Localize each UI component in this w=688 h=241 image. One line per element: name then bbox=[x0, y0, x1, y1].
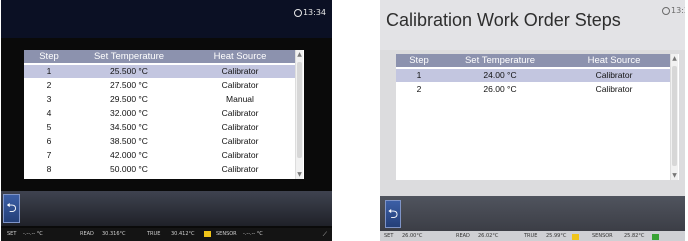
table-row[interactable]: 6 38.500 °C Calibrator bbox=[24, 135, 295, 148]
trend-icon: ⟋ bbox=[322, 231, 327, 238]
cell-set-temperature: 42.000 °C bbox=[110, 150, 148, 160]
status-sensor-label: SENSOR bbox=[592, 233, 613, 239]
cell-step: 1 bbox=[416, 70, 422, 80]
status-true-value: 25.99°C bbox=[546, 233, 567, 239]
true-warning-badge bbox=[204, 231, 211, 237]
scrollbar-thumb[interactable] bbox=[297, 62, 302, 158]
status-read-value: 26.02°C bbox=[478, 233, 499, 239]
clock-time: 13:3 bbox=[671, 6, 685, 15]
status-sensor-label: SENSOR bbox=[216, 231, 237, 237]
table-row[interactable]: 1 24.00 °C Calibrator bbox=[396, 69, 670, 82]
status-bar: SET -.--.-- °C READ 30.316°C TRUE 30.412… bbox=[1, 228, 332, 241]
right-screen: Calibration Work Order Steps 13:3 Step S… bbox=[380, 0, 685, 241]
scrollbar-thumb[interactable] bbox=[672, 66, 677, 166]
table-row[interactable]: 3 29.500 °C Manual bbox=[24, 93, 295, 106]
table-row[interactable]: 7 42.000 °C Calibrator bbox=[24, 149, 295, 162]
cell-set-temperature: 34.500 °C bbox=[110, 122, 148, 132]
bottom-toolbar: ⮌ bbox=[1, 191, 332, 226]
cell-set-temperature: 32.000 °C bbox=[110, 108, 148, 118]
bottom-toolbar: ⮌ bbox=[380, 196, 685, 232]
status-read-label: READ bbox=[456, 233, 470, 239]
status-set-value: -.--.-- °C bbox=[23, 231, 43, 237]
status-set-label: SET bbox=[7, 231, 17, 237]
sensor-ok-badge bbox=[652, 234, 659, 240]
cell-heat-source: Manual bbox=[226, 94, 254, 104]
clock-icon bbox=[293, 8, 302, 17]
back-arrow-icon: ⮌ bbox=[387, 207, 399, 222]
scroll-down-arrow-icon[interactable]: ▼ bbox=[296, 171, 303, 178]
back-button[interactable]: ⮌ bbox=[3, 194, 20, 223]
cell-step: 4 bbox=[46, 108, 52, 118]
status-true-value: 30.412°C bbox=[171, 231, 195, 237]
status-read-label: READ bbox=[80, 231, 94, 237]
status-read-value: 30.316°C bbox=[102, 231, 126, 237]
clock-icon bbox=[662, 6, 671, 15]
cell-step: 2 bbox=[416, 84, 422, 94]
cell-set-temperature: 50.000 °C bbox=[110, 164, 148, 174]
scroll-down-arrow-icon[interactable]: ▼ bbox=[671, 172, 678, 179]
header-set-temperature: Set Temperature bbox=[464, 55, 536, 66]
table-header: Step Set Temperature Heat Source bbox=[24, 50, 295, 63]
cell-step: 2 bbox=[46, 80, 52, 90]
cell-set-temperature: 27.500 °C bbox=[110, 80, 148, 90]
cell-heat-source: Calibrator bbox=[221, 150, 259, 160]
vertical-scrollbar[interactable]: ▲ ▼ bbox=[295, 50, 303, 179]
cell-set-temperature: 25.500 °C bbox=[110, 66, 148, 76]
status-bar: SET 26.00°C READ 26.02°C TRUE 25.99°C SE… bbox=[380, 231, 685, 241]
steps-table: Step Set Temperature Heat Source 1 25.50… bbox=[24, 50, 304, 179]
scroll-up-arrow-icon[interactable]: ▲ bbox=[296, 51, 303, 58]
cell-step: 5 bbox=[46, 122, 52, 132]
cell-heat-source: Calibrator bbox=[221, 80, 259, 90]
vertical-scrollbar[interactable]: ▲ ▼ bbox=[670, 54, 678, 180]
header-step: Step bbox=[39, 51, 59, 62]
clock: 13:34 bbox=[293, 8, 326, 17]
cell-heat-source: Calibrator bbox=[221, 108, 259, 118]
cell-heat-source: Calibrator bbox=[595, 84, 633, 94]
cell-set-temperature: 38.500 °C bbox=[110, 136, 148, 146]
status-true-label: TRUE bbox=[147, 231, 161, 237]
status-set-value: 26.00°C bbox=[402, 233, 423, 239]
true-warning-badge bbox=[572, 234, 579, 240]
table-row[interactable]: 5 34.500 °C Calibrator bbox=[24, 121, 295, 134]
back-arrow-icon: ⮌ bbox=[6, 201, 17, 216]
left-screen: 13:34 Step Set Temperature Heat Source 1… bbox=[1, 0, 332, 241]
table-row[interactable]: 4 32.000 °C Calibrator bbox=[24, 107, 295, 120]
status-true-label: TRUE bbox=[524, 233, 538, 239]
table-row[interactable]: 2 26.00 °C Calibrator bbox=[396, 83, 670, 96]
status-sensor-value: -.--.-- °C bbox=[243, 231, 263, 237]
header-heat-source: Heat Source bbox=[213, 51, 267, 62]
cell-step: 7 bbox=[46, 150, 52, 160]
cell-heat-source: Calibrator bbox=[221, 122, 259, 132]
top-bar: 13:34 bbox=[1, 0, 332, 38]
clock-time: 13:34 bbox=[302, 8, 326, 17]
scroll-up-arrow-icon[interactable]: ▲ bbox=[671, 55, 678, 62]
status-set-label: SET bbox=[384, 233, 394, 239]
cell-step: 1 bbox=[46, 66, 52, 76]
status-sensor-value: 25.82°C bbox=[624, 233, 645, 239]
cell-heat-source: Calibrator bbox=[221, 136, 259, 146]
steps-table: Step Set Temperature Heat Source 1 24.00… bbox=[396, 54, 679, 180]
page-title: Calibration Work Order Steps bbox=[386, 10, 621, 30]
table-row[interactable]: 8 50.000 °C Calibrator bbox=[24, 163, 295, 176]
cell-heat-source: Calibrator bbox=[221, 66, 259, 76]
cell-set-temperature: 24.00 °C bbox=[483, 70, 517, 80]
top-bar: Calibration Work Order Steps 13:3 bbox=[380, 0, 685, 50]
header-set-temperature: Set Temperature bbox=[93, 51, 165, 62]
cell-step: 6 bbox=[46, 136, 52, 146]
table-row[interactable]: 1 25.500 °C Calibrator bbox=[24, 65, 295, 78]
header-heat-source: Heat Source bbox=[587, 55, 641, 66]
clock: 13:3 bbox=[662, 6, 685, 15]
table-row[interactable]: 2 27.500 °C Calibrator bbox=[24, 79, 295, 92]
cell-set-temperature: 26.00 °C bbox=[483, 84, 517, 94]
cell-heat-source: Calibrator bbox=[221, 164, 259, 174]
cell-set-temperature: 29.500 °C bbox=[110, 94, 148, 104]
back-button[interactable]: ⮌ bbox=[385, 200, 401, 228]
header-step: Step bbox=[409, 55, 429, 66]
cell-step: 3 bbox=[46, 94, 52, 104]
cell-heat-source: Calibrator bbox=[595, 70, 633, 80]
table-header: Step Set Temperature Heat Source bbox=[396, 54, 670, 67]
cell-step: 8 bbox=[46, 164, 52, 174]
